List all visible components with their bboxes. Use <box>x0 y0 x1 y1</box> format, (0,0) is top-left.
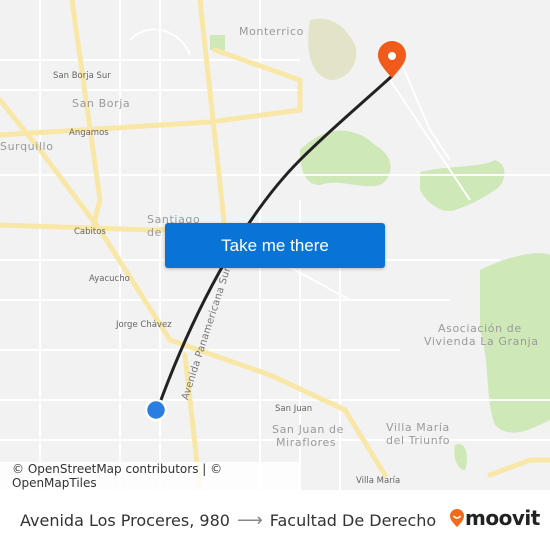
moovit-pin-icon <box>450 509 464 527</box>
destination-name: Facultad De Derecho <box>269 511 437 530</box>
map-label-san-juan: San Juan <box>275 404 313 414</box>
map-label-sjm-2: Miraflores <box>276 436 337 449</box>
map-label-villa-maria: Villa María <box>356 476 401 486</box>
take-me-there-button[interactable]: Take me there <box>165 223 385 268</box>
map-label-san-borja: San Borja <box>72 97 131 110</box>
route-summary: Avenida Los Proceres, 980 ⟶ Facultad De … <box>20 510 436 531</box>
map-label-surquillo: Surquillo <box>0 140 54 153</box>
map-label-angamos: Angamos <box>69 128 109 138</box>
map-label-la-granja: Asociación de <box>438 322 522 335</box>
map-label-vmt-2: del Triunfo <box>386 434 451 447</box>
map-label-san-borja-sur: San Borja Sur <box>53 71 111 81</box>
origin-name: Avenida Los Proceres, 980 <box>20 511 230 530</box>
moovit-wordmark: moovit <box>465 506 540 530</box>
map-label-cabitos: Cabitos <box>74 227 106 237</box>
park-area <box>210 35 225 50</box>
arrow-right-icon: ⟶ <box>236 510 263 531</box>
attribution-text: © OpenStreetMap contributors | © OpenMap… <box>12 462 223 490</box>
map-attribution[interactable]: © OpenStreetMap contributors | © OpenMap… <box>0 462 300 490</box>
map[interactable]: Monterrico San Borja Sur San Borja Angam… <box>0 0 550 490</box>
map-label-vmt: Villa María <box>386 421 450 434</box>
map-label-ayacucho: Ayacucho <box>89 274 130 284</box>
moovit-logo: moovit <box>449 506 540 530</box>
map-label-jorge-chavez: Jorge Chávez <box>116 320 172 330</box>
origin-marker <box>144 398 168 422</box>
map-label-la-granja-2: Vivienda La Granja <box>424 335 539 348</box>
map-label-monterrico: Monterrico <box>239 25 304 38</box>
map-label-sjm: San Juan de <box>272 423 344 436</box>
